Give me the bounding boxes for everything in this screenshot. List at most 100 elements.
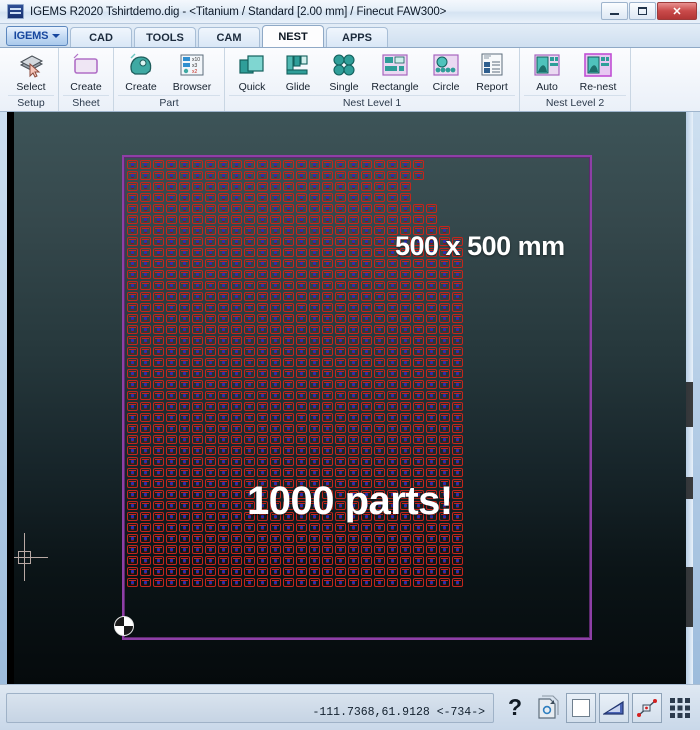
nested-part[interactable] — [425, 434, 438, 445]
nested-part[interactable] — [230, 412, 243, 423]
nested-part[interactable] — [334, 346, 347, 357]
nested-part[interactable] — [334, 467, 347, 478]
nested-part[interactable] — [373, 203, 386, 214]
nested-part[interactable] — [178, 170, 191, 181]
nested-part[interactable] — [191, 379, 204, 390]
nested-part[interactable] — [321, 467, 334, 478]
nested-part[interactable] — [243, 456, 256, 467]
nested-part[interactable] — [412, 159, 425, 170]
nested-part[interactable] — [191, 170, 204, 181]
nested-part[interactable] — [230, 500, 243, 511]
nested-part[interactable] — [165, 236, 178, 247]
nested-part[interactable] — [334, 390, 347, 401]
nested-part[interactable] — [334, 291, 347, 302]
nested-part[interactable] — [295, 566, 308, 577]
nested-part[interactable] — [217, 555, 230, 566]
nested-part[interactable] — [204, 346, 217, 357]
nested-part[interactable] — [191, 544, 204, 555]
nested-part[interactable] — [139, 159, 152, 170]
nested-part[interactable] — [373, 258, 386, 269]
nested-part[interactable] — [399, 269, 412, 280]
nested-part[interactable] — [243, 401, 256, 412]
nested-part[interactable] — [230, 423, 243, 434]
nested-part[interactable] — [438, 291, 451, 302]
nested-part[interactable] — [308, 302, 321, 313]
nested-part[interactable] — [204, 368, 217, 379]
nested-part[interactable] — [386, 203, 399, 214]
nested-part[interactable] — [347, 192, 360, 203]
nested-part[interactable] — [269, 236, 282, 247]
nested-part[interactable] — [126, 489, 139, 500]
nested-part[interactable] — [347, 335, 360, 346]
nested-part[interactable] — [282, 390, 295, 401]
nested-part[interactable] — [230, 258, 243, 269]
nested-part[interactable] — [386, 324, 399, 335]
nested-part[interactable] — [282, 445, 295, 456]
nested-part[interactable] — [360, 258, 373, 269]
nested-part[interactable] — [269, 203, 282, 214]
nested-part[interactable] — [360, 577, 373, 588]
nested-part[interactable] — [217, 489, 230, 500]
nested-part[interactable] — [230, 511, 243, 522]
nested-part[interactable] — [373, 456, 386, 467]
nested-part[interactable] — [425, 577, 438, 588]
nested-part[interactable] — [178, 456, 191, 467]
nested-part[interactable] — [295, 346, 308, 357]
nested-part[interactable] — [399, 203, 412, 214]
nested-part[interactable] — [451, 335, 464, 346]
nested-part[interactable] — [191, 181, 204, 192]
nested-part[interactable] — [295, 214, 308, 225]
nested-part[interactable] — [334, 269, 347, 280]
nested-part[interactable] — [425, 280, 438, 291]
nested-part[interactable] — [165, 522, 178, 533]
nested-part[interactable] — [373, 577, 386, 588]
nested-part[interactable] — [126, 566, 139, 577]
nested-part[interactable] — [126, 544, 139, 555]
nested-part[interactable] — [269, 313, 282, 324]
nested-part[interactable] — [152, 390, 165, 401]
nested-part[interactable] — [204, 566, 217, 577]
nested-part[interactable] — [139, 544, 152, 555]
nested-part[interactable] — [373, 423, 386, 434]
nested-part[interactable] — [399, 423, 412, 434]
nested-part[interactable] — [347, 445, 360, 456]
nested-part[interactable] — [360, 566, 373, 577]
nested-part[interactable] — [386, 170, 399, 181]
nested-part[interactable] — [256, 577, 269, 588]
nested-part[interactable] — [191, 456, 204, 467]
nested-part[interactable] — [269, 258, 282, 269]
nested-part[interactable] — [412, 555, 425, 566]
nested-part[interactable] — [386, 544, 399, 555]
nested-part[interactable] — [217, 390, 230, 401]
nested-part[interactable] — [152, 225, 165, 236]
nested-part[interactable] — [373, 214, 386, 225]
nested-part[interactable] — [451, 544, 464, 555]
nested-part[interactable] — [308, 269, 321, 280]
nested-part[interactable] — [347, 247, 360, 258]
nested-part[interactable] — [412, 423, 425, 434]
nested-part[interactable] — [165, 577, 178, 588]
nested-part[interactable] — [243, 159, 256, 170]
nested-part[interactable] — [438, 335, 451, 346]
nested-part[interactable] — [295, 335, 308, 346]
nested-part[interactable] — [438, 357, 451, 368]
nested-part[interactable] — [360, 214, 373, 225]
nested-part[interactable] — [334, 302, 347, 313]
nested-part[interactable] — [282, 577, 295, 588]
nested-part[interactable] — [243, 577, 256, 588]
nested-part[interactable] — [139, 522, 152, 533]
nested-part[interactable] — [321, 225, 334, 236]
nested-part[interactable] — [191, 555, 204, 566]
nested-part[interactable] — [308, 445, 321, 456]
nested-part[interactable] — [269, 247, 282, 258]
grid-icon[interactable] — [665, 693, 695, 723]
nested-part[interactable] — [347, 434, 360, 445]
nested-part[interactable] — [321, 313, 334, 324]
nested-part[interactable] — [386, 214, 399, 225]
nested-part[interactable] — [191, 566, 204, 577]
nested-part[interactable] — [308, 214, 321, 225]
nested-part[interactable] — [451, 533, 464, 544]
nested-part[interactable] — [334, 555, 347, 566]
nested-part[interactable] — [126, 203, 139, 214]
nested-part[interactable] — [269, 192, 282, 203]
